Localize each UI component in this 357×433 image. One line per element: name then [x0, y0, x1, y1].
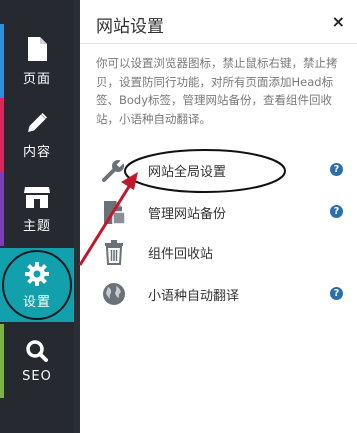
sidebar-item-label: 页面 — [22, 71, 51, 87]
panel-description: 你可以设置浏览器图标，禁止鼠标右键，禁止拷贝，设置防同行功能，对所有页面添加He… — [96, 56, 338, 126]
sidebar-item-seo[interactable]: SEO — [0, 324, 74, 398]
menu-item-recycle-bin[interactable]: 组件回收站 — [80, 232, 357, 272]
help-icon[interactable]: ? — [330, 163, 343, 176]
pencil-icon — [28, 112, 47, 132]
store-icon — [24, 186, 50, 208]
help-icon[interactable]: ? — [330, 205, 343, 218]
sidebar-item-content[interactable]: 内容 — [0, 98, 74, 172]
sidebar-item-label: 设置 — [22, 294, 51, 310]
menu-item-label: 组件回收站 — [148, 247, 214, 262]
sidebar-item-label: 内容 — [22, 144, 51, 160]
sidebar-stripe — [0, 172, 4, 246]
menu-item-auto-translate[interactable]: 小语种自动翻译 ? — [80, 274, 357, 314]
globe-icon — [100, 280, 128, 308]
sidebar-item-label: SEO — [22, 368, 52, 384]
panel-header: 网站设置 × — [80, 0, 357, 44]
sidebar-item-page[interactable]: 页面 — [0, 24, 74, 98]
menu-item-label: 管理网站备份 — [148, 207, 227, 222]
menu-item-backup[interactable]: 管理网站备份 ? — [80, 192, 357, 232]
settings-panel: 网站设置 × 你可以设置浏览器图标，禁止鼠标右键，禁止拷贝，设置防同行功能，对所… — [80, 0, 357, 433]
menu-item-label: 小语种自动翻译 — [148, 289, 240, 304]
menu-item-global-settings[interactable]: 网站全局设置 ? — [80, 150, 357, 190]
sidebar-item-theme[interactable]: 主题 — [0, 172, 74, 246]
backup-icon — [100, 198, 128, 226]
trash-icon — [100, 238, 128, 266]
menu-item-label: 网站全局设置 — [148, 165, 227, 180]
page-icon — [28, 36, 47, 61]
sidebar-stripe — [0, 24, 4, 98]
help-icon[interactable]: ? — [330, 287, 343, 300]
sidebar-item-settings[interactable]: 设置 — [0, 248, 74, 322]
sidebar-item-label: 主题 — [22, 218, 51, 234]
sidebar-stripe — [0, 324, 4, 398]
panel-title: 网站设置 — [96, 17, 164, 37]
search-icon — [26, 339, 48, 362]
gear-icon — [24, 261, 49, 286]
wrench-icon — [100, 156, 128, 184]
close-button[interactable]: × — [332, 12, 345, 31]
sidebar: 页面 内容 主题 设置 SEO — [0, 0, 74, 433]
sidebar-stripe — [0, 98, 4, 172]
